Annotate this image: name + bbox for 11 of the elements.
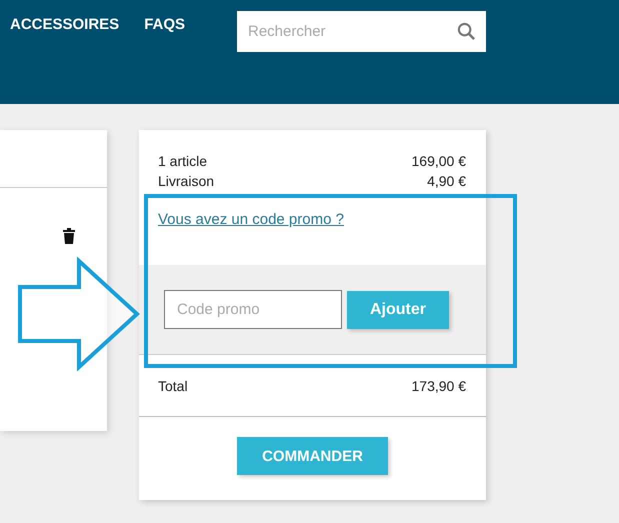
total-value: 173,90 € bbox=[412, 378, 466, 394]
line-label: 1 article bbox=[158, 153, 208, 169]
search-field[interactable]: Rechercher bbox=[237, 11, 486, 52]
promo-field[interactable]: Code promo bbox=[164, 290, 342, 329]
nav-link[interactable]: FAQS bbox=[144, 16, 186, 33]
nav-link[interactable]: ACCESSOIRES bbox=[10, 16, 120, 33]
promo-link[interactable]: Vous avez un code promo ? bbox=[158, 211, 344, 228]
line-label: Livraison bbox=[158, 173, 214, 189]
total-label: Total bbox=[158, 378, 188, 394]
line-value: 4,90 € bbox=[427, 173, 466, 189]
line-value: 169,00 € bbox=[412, 153, 466, 169]
